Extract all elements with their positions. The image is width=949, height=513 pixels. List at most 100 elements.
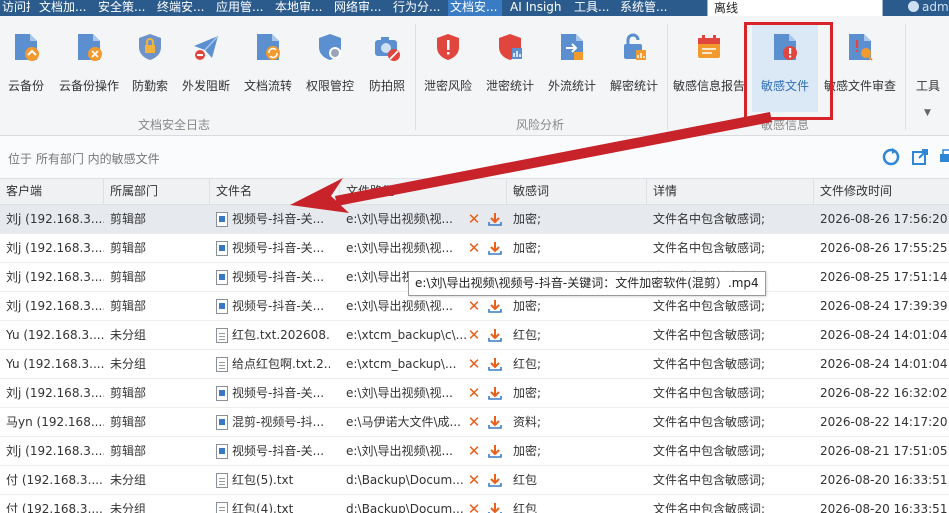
table-row[interactable]: 刘j (192.168.3.... 剪辑部 视频号-抖音-关... e:\刘\导出视频… [0, 234, 949, 263]
download-icon[interactable] [488, 386, 502, 400]
leak-stats-button[interactable]: 泄密统计 [482, 22, 538, 112]
cell-modified-time: 2026-08-24 14:01:04 [820, 357, 948, 371]
table-row[interactable]: Yu (192.168.3.... 未分组 红包.txt.202608... e:\x… [0, 321, 949, 350]
col-filename[interactable]: 文件名 [210, 179, 340, 205]
tab-terminal-security[interactable]: 终端安... [155, 0, 207, 16]
col-modified-time[interactable]: 文件修改时间 [814, 179, 949, 205]
delete-icon[interactable]: ✕ [467, 501, 481, 513]
tools-button[interactable]: 工具 [910, 22, 946, 112]
cell-filename: 视频号-抖音-关... [232, 270, 325, 284]
annotation-highlight-box [744, 22, 833, 120]
delete-icon[interactable]: ✕ [467, 414, 481, 430]
tab-doc-encrypt[interactable]: 文档加... [37, 0, 89, 16]
decrypt-stats-button[interactable]: 解密统计 [606, 22, 662, 112]
export-icon[interactable] [911, 148, 929, 166]
delete-icon[interactable]: ✕ [467, 356, 481, 372]
camera-block-icon [375, 37, 400, 61]
download-icon[interactable] [488, 357, 502, 371]
print-icon[interactable] [938, 148, 949, 166]
col-filepath[interactable]: 文件路径 [340, 179, 507, 205]
cell-client: 付 (192.168.3.... [6, 473, 103, 487]
cell-department: 剪辑部 [110, 386, 147, 400]
cell-sensitive-word: 红包; [513, 357, 542, 371]
anti-photo-button[interactable]: 防拍照 [364, 22, 410, 112]
refresh-icon[interactable] [882, 148, 900, 166]
doc-flow-button[interactable]: 文档流转 [240, 22, 296, 112]
outgoing-block-button[interactable]: 外发阻断 [178, 22, 234, 112]
table-row[interactable]: Yu (192.168.3.... 未分组 给点红包啊.txt.2... e:\xtc… [0, 350, 949, 379]
outflow-stats-button[interactable]: 外流统计 [544, 22, 600, 112]
cell-sensitive-word: 加密; [513, 299, 542, 313]
delete-icon[interactable]: ✕ [467, 327, 481, 343]
tab-doc-security[interactable]: 文档安... [448, 0, 502, 16]
backup-ops-icon [78, 34, 102, 61]
leak-risk-button[interactable]: 泄密风险 [420, 22, 476, 112]
tab-tools[interactable]: 工具... [572, 0, 612, 16]
col-client[interactable]: 客户端 [0, 179, 104, 205]
tab-app-management[interactable]: 应用管... [214, 0, 266, 16]
delete-icon[interactable]: ✕ [467, 443, 481, 459]
user-menu[interactable]: adm [908, 0, 949, 16]
download-icon[interactable] [488, 415, 502, 429]
permission-control-button[interactable]: 权限管控 [302, 22, 358, 112]
table-row[interactable]: 马yn (192.168.... 剪辑部 混剪-视频号-抖... e:\马伊诺大文件\… [0, 408, 949, 437]
ribbon-label: 云备份操作 [58, 79, 119, 93]
cell-filename: 视频号-抖音-关... [232, 444, 325, 458]
tab-system-management[interactable]: 系统管... [618, 0, 670, 16]
download-icon[interactable] [488, 212, 502, 226]
sensitive-report-button[interactable]: 敏感信息报告 [672, 22, 746, 112]
delete-icon[interactable]: ✕ [467, 472, 481, 488]
sensitive-file-review-button[interactable]: 敏感文件审查 [822, 22, 898, 112]
delete-icon[interactable]: ✕ [467, 385, 481, 401]
cell-department: 剪辑部 [110, 415, 147, 429]
cell-client: 刘j (192.168.3.... [6, 299, 104, 313]
cell-sensitive-word: 红包 [513, 502, 538, 513]
cell-modified-time: 2026-08-21 17:51:05 [820, 444, 948, 458]
cell-filepath: e:\刘\导出视频\视... [346, 299, 453, 313]
cell-detail: 文件名中包含敏感词; [653, 444, 766, 458]
cell-detail: 文件名中包含敏感词; [653, 386, 766, 400]
cell-sensitive-word: 加密; [513, 241, 542, 255]
chevron-down-icon[interactable]: ▼ [924, 108, 931, 118]
download-icon[interactable] [488, 328, 502, 342]
anti-ransom-button[interactable]: 防勤索 [128, 22, 172, 112]
cloud-backup-button[interactable]: 云备份 [4, 22, 48, 112]
table-row[interactable]: 付 (192.168.3.... 未分组 红包(4).txt d:\Backup\Do… [0, 495, 949, 513]
table-row[interactable]: 付 (192.168.3.... 未分组 红包(5).txt d:\Backup\Do… [0, 466, 949, 495]
download-icon[interactable] [488, 473, 502, 487]
cloud-backup-ops-button[interactable]: 云备份操作 [56, 22, 122, 112]
tab-security-policy[interactable]: 安全策... [96, 0, 148, 16]
download-icon[interactable] [488, 241, 502, 255]
delete-icon[interactable]: ✕ [467, 240, 481, 256]
ribbon-label: 云备份 [7, 79, 44, 93]
cell-sensitive-word: 加密; [513, 386, 542, 400]
cell-modified-time: 2026-08-26 17:56:20 [820, 212, 948, 226]
download-icon[interactable] [488, 444, 502, 458]
tab-local-audit[interactable]: 本地审... [273, 0, 325, 16]
tab-network-audit[interactable]: 网络审... [332, 0, 384, 16]
table-row[interactable]: 刘j (192.168.3.... 剪辑部 视频号-抖音-关... e:\刘\导出视频… [0, 292, 949, 321]
ribbon-label: 文档流转 [243, 79, 292, 93]
table-row[interactable]: 刘j (192.168.3.... 剪辑部 视频号-抖音-关... e:\刘\导出视频… [0, 379, 949, 408]
download-icon[interactable] [488, 502, 502, 513]
table-row[interactable]: 刘j (192.168.3.... 剪辑部 视频号-抖音-关... e:\刘\导出视频… [0, 437, 949, 466]
path-text: 位于 所有部门 内的敏感文件 [8, 152, 160, 166]
col-detail[interactable]: 详情 [647, 179, 814, 205]
cell-filename: 红包(5).txt [232, 473, 294, 487]
cell-sensitive-word: 红包; [513, 328, 542, 342]
video-file-icon [216, 299, 228, 314]
cell-filename: 混剪-视频号-抖... [232, 415, 325, 429]
delete-icon[interactable]: ✕ [467, 298, 481, 314]
tab-behavior-analysis[interactable]: 行为分... [391, 0, 443, 16]
cell-modified-time: 2026-08-26 17:55:25 [820, 241, 948, 255]
download-icon[interactable] [488, 299, 502, 313]
col-department[interactable]: 所属部门 [104, 179, 210, 205]
table-row[interactable]: 刘j (192.168.3.... 剪辑部 视频号-抖音-关... e:\刘\导出视频… [0, 205, 949, 234]
table-header: 客户端 所属部门 文件名 文件路径 敏感词 详情 文件修改时间 [0, 178, 949, 205]
col-sensitive-word[interactable]: 敏感词 [507, 179, 647, 205]
tab-ai-insight[interactable]: AI Insigh [508, 0, 566, 16]
path-bar: 位于 所有部门 内的敏感文件 [0, 136, 949, 178]
tab-access-control[interactable]: 访问控... [0, 0, 30, 16]
cell-filepath: e:\xtcm_backup\... [346, 357, 457, 371]
delete-icon[interactable]: ✕ [467, 211, 481, 227]
